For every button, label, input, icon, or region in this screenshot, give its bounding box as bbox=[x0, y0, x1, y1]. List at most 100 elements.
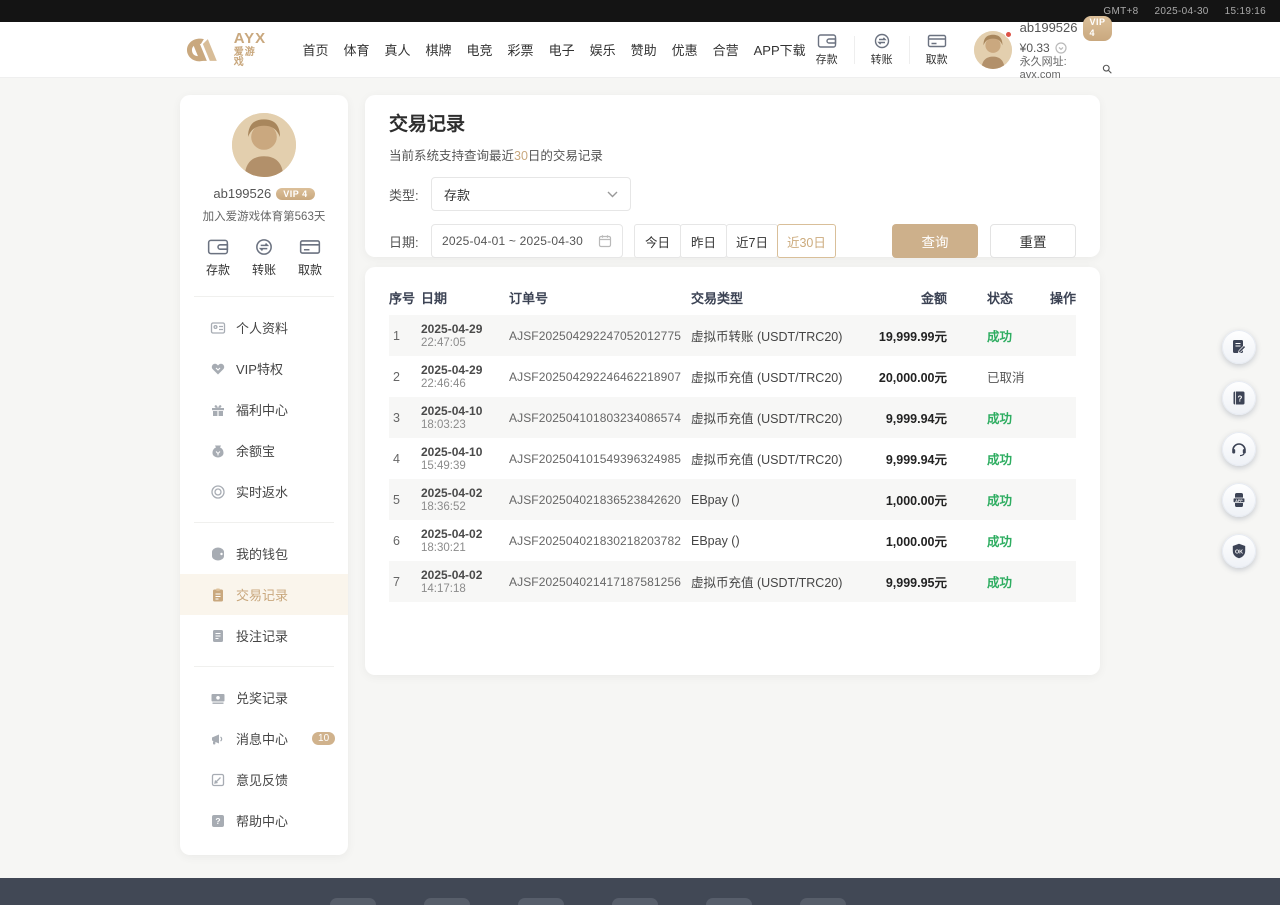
refresh-balance-icon[interactable] bbox=[1055, 42, 1067, 54]
gift-icon bbox=[210, 402, 226, 418]
query-button[interactable]: 查询 bbox=[892, 224, 978, 258]
nav-lottery[interactable]: 彩票 bbox=[508, 40, 534, 59]
main-header: AYX 爱游戏 首页 体育 真人 棋牌 电竞 彩票 电子 娱乐 赞助 优惠 合营… bbox=[0, 22, 1280, 78]
deposit-button[interactable]: 存款 bbox=[200, 238, 236, 278]
type-filter-label: 类型: bbox=[389, 185, 431, 204]
faq-float-button[interactable]: ? bbox=[1222, 381, 1256, 415]
sidebar-item-prize-records[interactable]: 兑奖记录 bbox=[180, 677, 348, 718]
sidebar-item-welfare[interactable]: 福利中心 bbox=[180, 389, 348, 430]
order-number: AJSF202504021836523842620 bbox=[509, 493, 691, 507]
header-user-block[interactable]: ab199526 VIP 4 ¥0.33 永久网址: ayx.com bbox=[974, 16, 1113, 83]
col-header-no: 序号 bbox=[389, 288, 421, 307]
ayx-logo-icon bbox=[184, 35, 228, 65]
withdraw-button[interactable]: 取款 bbox=[292, 238, 328, 278]
order-number: AJSF202504292247052012775 bbox=[509, 329, 691, 343]
nav-entertainment[interactable]: 娱乐 bbox=[590, 40, 616, 59]
nav-esports[interactable]: 电竞 bbox=[467, 40, 493, 59]
nav-app-download[interactable]: APP下载 bbox=[754, 40, 806, 59]
profile-sidebar: ab199526 VIP 4 加入爱游戏体育第563天 存款 转账 bbox=[180, 95, 348, 855]
ok-shield-icon: OK bbox=[1230, 542, 1248, 560]
table-row: 1 2025-04-2922:47:05 AJSF202504292247052… bbox=[389, 315, 1076, 356]
table-row: 2 2025-04-2922:46:46 AJSF202504292246462… bbox=[389, 356, 1076, 397]
deposit-button[interactable]: 存款 bbox=[806, 33, 848, 67]
divider bbox=[909, 36, 910, 64]
main-nav: 首页 体育 真人 棋牌 电竞 彩票 电子 娱乐 赞助 优惠 合营 APP下载 bbox=[302, 40, 805, 59]
svg-text:?: ? bbox=[215, 816, 220, 826]
range-7days-button[interactable]: 近7日 bbox=[726, 224, 778, 258]
table-row: 6 2025-04-0218:30:21 AJSF202504021830218… bbox=[389, 520, 1076, 561]
sidebar-item-feedback[interactable]: 意见反馈 bbox=[180, 759, 348, 800]
ok-verify-float-button[interactable]: OK bbox=[1222, 534, 1256, 568]
customer-service-float-button[interactable] bbox=[1222, 432, 1256, 466]
sidebar-item-yuebao[interactable]: 余额宝 bbox=[180, 430, 348, 471]
range-30days-button[interactable]: 近30日 bbox=[777, 224, 836, 258]
svg-text:?: ? bbox=[1238, 394, 1243, 403]
notification-dot bbox=[1005, 31, 1012, 38]
transfer-button[interactable]: 转账 bbox=[861, 33, 903, 67]
divider bbox=[194, 296, 334, 297]
bank-card-icon bbox=[927, 33, 947, 49]
unread-count-badge: 10 bbox=[312, 732, 335, 745]
footer-partner-logos bbox=[330, 898, 846, 905]
sidebar-item-betting-records[interactable]: 投注记录 bbox=[180, 615, 348, 656]
date-filter-label: 日期: bbox=[389, 232, 431, 251]
nav-home[interactable]: 首页 bbox=[302, 40, 328, 59]
help-square-icon: ? bbox=[210, 813, 226, 829]
megaphone-icon bbox=[210, 731, 226, 747]
sidebar-item-transactions[interactable]: 交易记录 bbox=[180, 574, 348, 615]
transfer-icon bbox=[253, 238, 275, 256]
sidebar-item-vip[interactable]: VIP特权 bbox=[180, 348, 348, 389]
sidebar-item-profile[interactable]: 个人资料 bbox=[180, 307, 348, 348]
type-select[interactable]: 存款 bbox=[431, 177, 631, 211]
current-time: 15:19:16 bbox=[1225, 6, 1266, 17]
nav-sponsor[interactable]: 赞助 bbox=[631, 40, 657, 59]
status-badge: 成功 bbox=[973, 531, 1043, 550]
col-header-operation: 操作 bbox=[1043, 288, 1076, 307]
feedback-doc-icon bbox=[1230, 338, 1248, 356]
username: ab199526 bbox=[1020, 20, 1078, 36]
timezone-label: GMT+8 bbox=[1103, 6, 1138, 17]
money-pouch-icon bbox=[210, 443, 226, 459]
col-header-status: 状态 bbox=[973, 288, 1043, 307]
table-row: 3 2025-04-1018:03:23 AJSF202504101803234… bbox=[389, 397, 1076, 438]
feedback-float-button[interactable] bbox=[1222, 330, 1256, 364]
logo-text-cn: 爱游戏 bbox=[234, 48, 267, 68]
avatar[interactable] bbox=[232, 113, 296, 177]
reset-button[interactable]: 重置 bbox=[990, 224, 1076, 258]
bank-card-icon bbox=[299, 238, 321, 256]
table-row: 7 2025-04-0214:17:18 AJSF202504021417187… bbox=[389, 561, 1076, 602]
svg-text:OK: OK bbox=[1235, 549, 1243, 555]
order-number: AJSF202504101803234086574 bbox=[509, 411, 691, 425]
brand-logo[interactable]: AYX 爱游戏 bbox=[184, 31, 266, 68]
date-range-input[interactable]: 2025-04-01 ~ 2025-04-30 bbox=[431, 224, 623, 258]
status-badge: 已取消 bbox=[973, 367, 1043, 386]
app-download-phone-icon: APP bbox=[1230, 491, 1248, 509]
withdraw-button[interactable]: 取款 bbox=[916, 33, 958, 67]
username: ab199526 bbox=[213, 186, 271, 201]
floating-toolbar: ? APP OK bbox=[1222, 330, 1256, 568]
sidebar-item-wallet[interactable]: 我的钱包 bbox=[180, 533, 348, 574]
sidebar-menu-group-3: 兑奖记录 消息中心 10 意见反馈 ? 帮助中心 bbox=[180, 673, 348, 845]
vip-badge: VIP 4 bbox=[1083, 16, 1113, 41]
nav-boardgames[interactable]: 棋牌 bbox=[426, 40, 452, 59]
logo-text-en: AYX bbox=[234, 31, 267, 46]
nav-partnership[interactable]: 合营 bbox=[713, 40, 739, 59]
page-body: ab199526 VIP 4 加入爱游戏体育第563天 存款 转账 bbox=[0, 78, 1280, 878]
nav-slots[interactable]: 电子 bbox=[549, 40, 575, 59]
range-yesterday-button[interactable]: 昨日 bbox=[680, 224, 727, 258]
range-today-button[interactable]: 今日 bbox=[634, 224, 681, 258]
nav-live[interactable]: 真人 bbox=[385, 40, 411, 59]
sidebar-item-help[interactable]: ? 帮助中心 bbox=[180, 800, 348, 841]
nav-promotions[interactable]: 优惠 bbox=[672, 40, 698, 59]
sidebar-item-messages[interactable]: 消息中心 10 bbox=[180, 718, 348, 759]
app-download-float-button[interactable]: APP bbox=[1222, 483, 1256, 517]
calendar-icon bbox=[598, 234, 612, 248]
col-header-type: 交易类型 bbox=[691, 288, 867, 307]
transfer-button[interactable]: 转账 bbox=[246, 238, 282, 278]
nav-sports[interactable]: 体育 bbox=[343, 40, 369, 59]
sidebar-item-rebate[interactable]: 实时返水 bbox=[180, 471, 348, 512]
feedback-pencil-icon bbox=[210, 772, 226, 788]
svg-text:APP: APP bbox=[1235, 499, 1243, 503]
order-number: AJSF202504021830218203782 bbox=[509, 534, 691, 548]
magnifier-icon[interactable] bbox=[1102, 63, 1112, 75]
